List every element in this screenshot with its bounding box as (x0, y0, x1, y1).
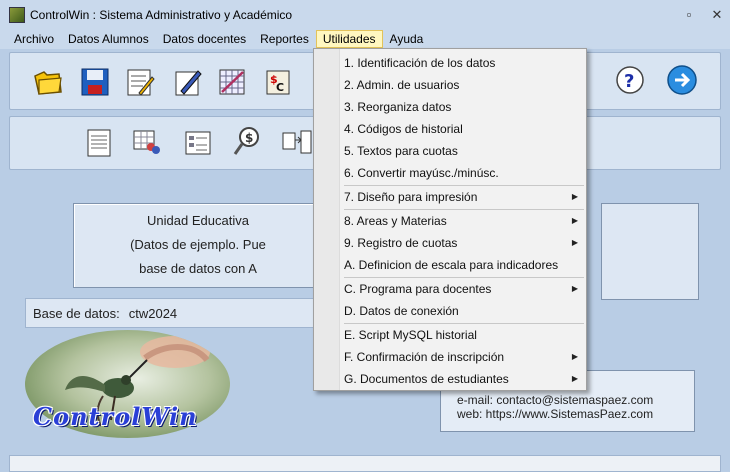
database-label: Base de datos: (33, 305, 120, 321)
menu-item-areas-materias[interactable]: 8. Areas y Materias ▶ (340, 210, 586, 232)
svg-text:C: C (276, 81, 284, 94)
controlwin-logo: ControlWin (25, 330, 230, 442)
close-icon[interactable]: ✕ (710, 7, 724, 23)
submenu-arrow-icon: ▶ (571, 238, 578, 247)
submenu-arrow-icon: ▶ (571, 374, 578, 383)
edit-document-icon[interactable] (124, 66, 156, 98)
contact-web: web: https://www.SistemasPaez.com (457, 407, 654, 421)
svg-text:$: $ (245, 131, 253, 145)
window-controls: ▫ ✕ (682, 7, 724, 23)
sample-data-note: (Datos de ejemplo. Pue (130, 237, 266, 252)
menu-item-datos-conexion[interactable]: D. Datos de conexión (340, 300, 586, 322)
institution-name: Unidad Educativa (147, 213, 249, 228)
menu-item-documentos-estudiantes[interactable]: G. Documentos de estudiantes ▶ (340, 368, 586, 390)
help-icon[interactable]: ? (614, 64, 646, 96)
utilidades-dropdown: 1. Identificación de los datos 2. Admin.… (313, 48, 587, 391)
status-bar (9, 455, 721, 472)
institution-info-box: Unidad Educativa (Datos de ejemplo. Pue … (73, 203, 323, 288)
menu-datos-docentes[interactable]: Datos docentes (156, 30, 253, 48)
menu-item-codigos-historial[interactable]: 4. Códigos de historial (340, 118, 586, 140)
save-disk-icon[interactable] (79, 66, 111, 98)
submenu-arrow-icon: ▶ (571, 192, 578, 201)
menu-item-programa-docentes[interactable]: C. Programa para docentes ▶ (340, 278, 586, 300)
svg-text:?: ? (624, 71, 634, 92)
app-icon (9, 7, 25, 23)
document-list-icon[interactable] (83, 127, 115, 159)
open-folder-icon[interactable] (32, 66, 64, 98)
menu-item-confirmacion-inscripcion[interactable]: F. Confirmación de inscripción ▶ (340, 346, 586, 368)
submenu-arrow-icon: ▶ (571, 284, 578, 293)
next-arrow-icon[interactable] (666, 64, 698, 96)
menu-item-script-mysql[interactable]: E. Script MySQL historial (340, 324, 586, 346)
minimize-icon[interactable]: ▫ (682, 7, 696, 23)
transfer-icon[interactable] (281, 127, 313, 159)
menu-item-escala-indicadores[interactable]: A. Definicion de escala para indicadores (340, 254, 586, 276)
menu-archivo[interactable]: Archivo (7, 30, 61, 48)
database-box: Base de datos: ctw2024 (25, 298, 325, 328)
database-note: base de datos con A (139, 261, 257, 276)
photo-box (601, 203, 699, 300)
menu-item-identificacion[interactable]: 1. Identificación de los datos (340, 52, 586, 74)
database-value: ctw2024 (128, 305, 178, 321)
menu-gutter (314, 49, 340, 390)
menu-utilidades[interactable]: Utilidades (315, 30, 383, 48)
menu-bar: Archivo Datos Alumnos Datos docentes Rep… (0, 29, 730, 49)
menu-item-registro-cuotas[interactable]: 9. Registro de cuotas ▶ (340, 232, 586, 254)
title-bar: ControlWin : Sistema Administrativo y Ac… (0, 0, 730, 30)
menu-item-reorganiza[interactable]: 3. Reorganiza datos (340, 96, 586, 118)
menu-item-textos-cuotas[interactable]: 5. Textos para cuotas (340, 140, 586, 162)
submenu-arrow-icon: ▶ (571, 216, 578, 225)
menu-item-diseno-impresion[interactable]: 7. Diseño para impresión ▶ (340, 186, 586, 208)
dollar-c-icon[interactable]: $ C (262, 66, 294, 98)
dollar-search-icon[interactable]: $ (231, 125, 263, 157)
form-list-icon[interactable] (182, 127, 214, 159)
menu-item-convertir[interactable]: 6. Convertir mayúsc./minúsc. (340, 162, 586, 184)
pen-write-icon[interactable] (172, 66, 204, 98)
menu-item-admin-usuarios[interactable]: 2. Admin. de usuarios (340, 74, 586, 96)
menu-reportes[interactable]: Reportes (253, 30, 316, 48)
grid-schedule-icon[interactable] (216, 66, 248, 98)
users-grid-icon[interactable] (131, 127, 163, 159)
contact-email: e-mail: contacto@sistemaspaez.com (457, 393, 654, 407)
window-title: ControlWin : Sistema Administrativo y Ac… (30, 8, 293, 22)
menu-ayuda[interactable]: Ayuda (383, 30, 431, 48)
submenu-arrow-icon: ▶ (571, 352, 578, 361)
logo-text: ControlWin (33, 402, 198, 431)
menu-datos-alumnos[interactable]: Datos Alumnos (61, 30, 156, 48)
